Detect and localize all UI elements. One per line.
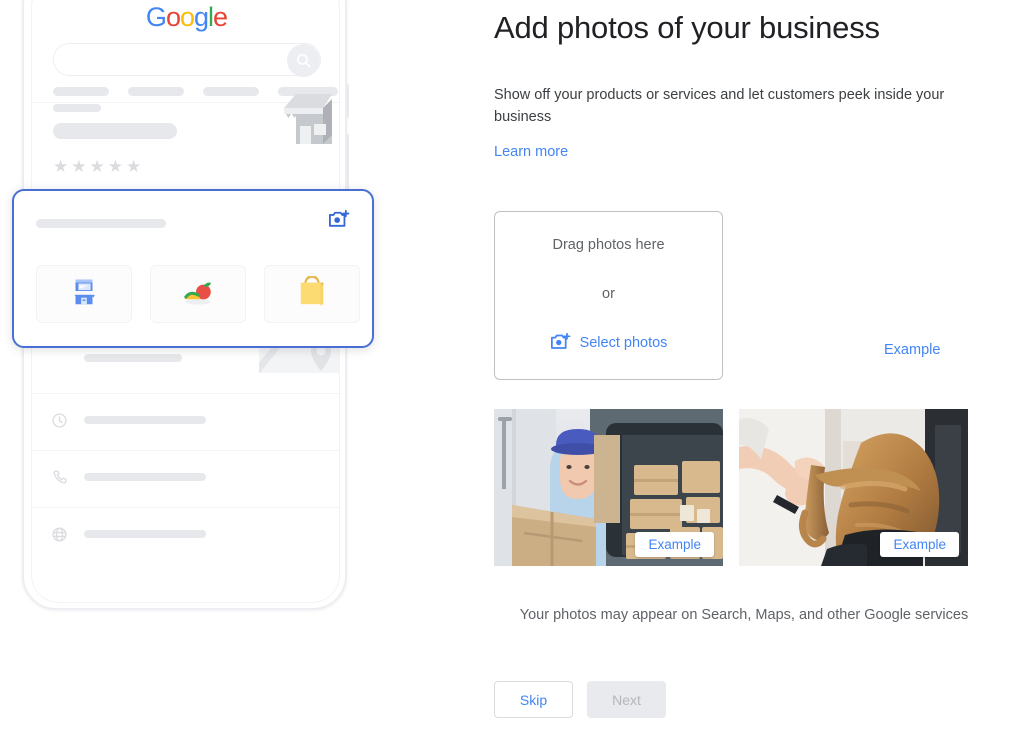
clock-icon	[51, 412, 68, 434]
photos-disclaimer: Your photos may appear on Search, Maps, …	[519, 607, 969, 623]
star-icon: ★	[71, 157, 87, 176]
star-icon: ★	[126, 157, 142, 176]
example-badge[interactable]: Example	[635, 532, 714, 557]
tile-storefront[interactable]	[36, 265, 132, 323]
example-photos-row: Example Example	[494, 409, 968, 566]
tile-shopping-bag[interactable]	[264, 265, 360, 323]
skeleton-bar	[84, 354, 182, 362]
page-root: Google ★ ★ ★ ★ ★ Add photos of your busi…	[0, 0, 1024, 740]
example-link[interactable]: Example	[884, 342, 940, 358]
phone-icon	[51, 469, 68, 491]
example-photo-delivery[interactable]: Example	[494, 409, 723, 566]
logo-letter-g: G	[145, 2, 167, 32]
skeleton-bar	[53, 104, 101, 112]
add-a-photo-icon	[550, 332, 571, 355]
phone-row-phone[interactable]	[32, 451, 339, 507]
dropzone-drag-label: Drag photos here	[552, 236, 665, 253]
add-photos-form: Add photos of your business Show off you…	[470, 0, 1024, 740]
skeleton-chip	[203, 87, 259, 96]
photo-dropzone[interactable]: Drag photos here or Select photos	[494, 211, 723, 380]
skeleton-bar	[84, 530, 206, 538]
shopping-bag-icon	[297, 274, 327, 313]
learn-more-link[interactable]: Learn more	[494, 144, 568, 160]
star-icon: ★	[107, 157, 123, 176]
page-subtitle: Show off your products or services and l…	[494, 87, 945, 125]
skeleton-chip	[53, 87, 109, 96]
skeleton-business-name	[53, 123, 177, 139]
search-icon[interactable]	[287, 44, 320, 77]
globe-icon	[51, 526, 68, 548]
phone-mockup-pane: Google ★ ★ ★ ★ ★	[0, 0, 470, 740]
highlighted-add-photos-card[interactable]	[12, 189, 374, 348]
phone-row-website[interactable]	[32, 508, 339, 564]
example-photo-hair-salon[interactable]: Example	[739, 409, 968, 566]
form-actions: Skip Next	[494, 681, 666, 718]
tile-food[interactable]	[150, 265, 246, 323]
skeleton-bar	[84, 473, 206, 481]
next-button[interactable]: Next	[587, 681, 666, 718]
star-icon: ★	[53, 157, 69, 176]
skeleton-bar	[36, 219, 166, 228]
phone-search-bar[interactable]	[53, 43, 321, 77]
logo-letter-e: e	[213, 2, 228, 32]
logo-letter-g2: g	[194, 2, 209, 32]
page-title: Add photos of your business	[494, 10, 880, 45]
skip-button[interactable]: Skip	[494, 681, 573, 718]
select-photos-button[interactable]: Select photos	[550, 332, 668, 355]
select-photos-label: Select photos	[579, 335, 668, 351]
storefront-icon	[67, 275, 101, 314]
storefront-illustration-icon	[282, 90, 339, 146]
food-icon	[180, 277, 216, 312]
dropzone-or-label: or	[602, 285, 615, 302]
logo-letter-o2: o	[179, 2, 195, 32]
skeleton-chip	[128, 87, 184, 96]
example-badge[interactable]: Example	[880, 532, 959, 557]
skeleton-bar	[84, 416, 206, 424]
star-rating: ★ ★ ★ ★ ★	[53, 158, 141, 175]
star-icon: ★	[89, 157, 105, 176]
logo-letter-o1: o	[165, 2, 181, 32]
google-logo: Google	[32, 2, 339, 32]
photo-category-tiles	[36, 265, 360, 323]
phone-row-hours[interactable]	[32, 394, 339, 450]
add-a-photo-icon[interactable]	[328, 209, 350, 234]
